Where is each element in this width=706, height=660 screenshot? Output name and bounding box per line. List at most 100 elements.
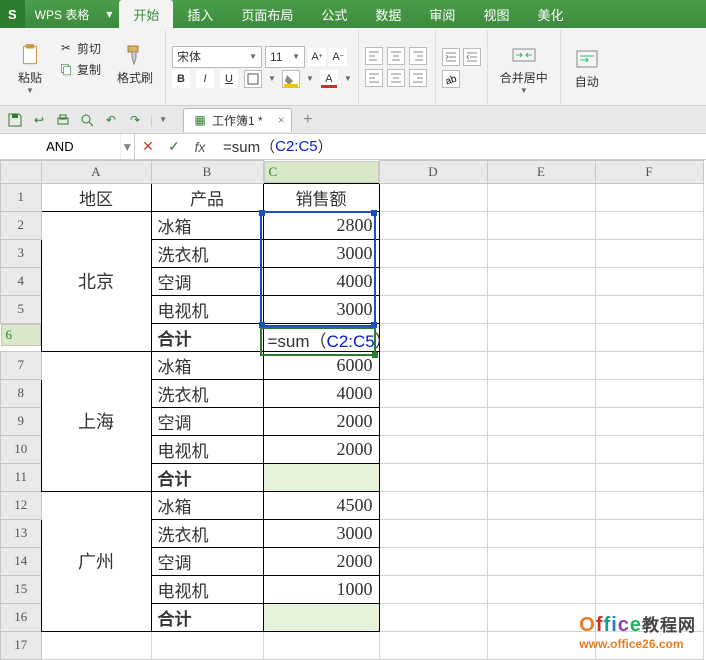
active-cell[interactable]: =sum（C2:C5） — [263, 323, 379, 351]
cell[interactable]: 冰箱 — [151, 491, 263, 519]
indent-left-icon[interactable] — [442, 48, 460, 66]
cell[interactable]: 地区 — [41, 183, 151, 211]
redo-icon[interactable]: ↷ — [126, 111, 144, 129]
tab-review[interactable]: 审阅 — [415, 0, 469, 28]
cell[interactable]: 空调 — [151, 267, 263, 295]
cell[interactable] — [487, 491, 595, 519]
cell[interactable] — [379, 295, 487, 323]
cell[interactable]: 1000 — [263, 575, 379, 603]
cell[interactable] — [379, 491, 487, 519]
cell[interactable] — [41, 631, 151, 659]
row-header[interactable]: 14 — [1, 547, 42, 575]
cell[interactable] — [379, 631, 487, 659]
cell[interactable] — [595, 491, 703, 519]
col-header-A[interactable]: A — [41, 161, 151, 184]
cell[interactable]: 4000 — [263, 267, 379, 295]
tab-formula[interactable]: 公式 — [307, 0, 361, 28]
cell[interactable] — [379, 519, 487, 547]
cell[interactable]: 销售额 — [263, 183, 379, 211]
cell[interactable] — [487, 379, 595, 407]
tab-view[interactable]: 视图 — [469, 0, 523, 28]
cell[interactable] — [595, 323, 703, 351]
cell[interactable] — [595, 519, 703, 547]
row-header[interactable]: 13 — [1, 519, 42, 547]
cell[interactable]: 洗衣机 — [151, 519, 263, 547]
cell[interactable] — [379, 183, 487, 211]
cell[interactable]: 合计 — [151, 603, 263, 631]
row-header[interactable]: 17 — [1, 631, 42, 659]
cell[interactable] — [595, 547, 703, 575]
cell[interactable]: 洗衣机 — [151, 239, 263, 267]
col-header-C[interactable]: C — [264, 161, 379, 183]
name-box-input[interactable] — [0, 134, 120, 159]
cell[interactable] — [379, 211, 487, 239]
row-header[interactable]: 12 — [1, 491, 42, 519]
cell[interactable] — [487, 323, 595, 351]
row-header[interactable]: 7 — [1, 351, 42, 379]
col-header-B[interactable]: B — [151, 161, 263, 184]
tab-pagelayout[interactable]: 页面布局 — [227, 0, 307, 28]
format-painter-button[interactable]: 格式刷 — [111, 39, 159, 88]
align-top-left-button[interactable] — [365, 47, 383, 65]
cell[interactable]: 产品 — [151, 183, 263, 211]
cell[interactable]: 3000 — [263, 519, 379, 547]
orientation-icon[interactable]: ab — [442, 70, 460, 88]
close-tab-icon[interactable]: × — [278, 113, 285, 127]
cell-region[interactable]: 上海 — [41, 351, 151, 491]
row-header[interactable]: 2 — [1, 211, 42, 239]
copy-button[interactable]: 复制 — [54, 60, 105, 79]
cell[interactable] — [487, 463, 595, 491]
border-button[interactable] — [244, 70, 262, 88]
row-header[interactable]: 9 — [1, 407, 42, 435]
col-header-D[interactable]: D — [379, 161, 487, 184]
merge-center-button[interactable]: 合并居中▼ — [494, 39, 554, 97]
align-top-right-button[interactable] — [409, 47, 427, 65]
row-header[interactable]: 11 — [1, 463, 42, 491]
col-header-F[interactable]: F — [595, 161, 703, 184]
cell[interactable] — [595, 379, 703, 407]
cell[interactable]: 3000 — [263, 239, 379, 267]
cell[interactable] — [595, 435, 703, 463]
bold-button[interactable]: B — [172, 70, 190, 88]
cell[interactable]: 4000 — [263, 379, 379, 407]
cell[interactable]: 2000 — [263, 435, 379, 463]
cell[interactable]: 空调 — [151, 547, 263, 575]
align-right-button[interactable] — [409, 69, 427, 87]
cell[interactable] — [487, 407, 595, 435]
save-icon[interactable] — [6, 111, 24, 129]
cell[interactable] — [595, 351, 703, 379]
row-header[interactable]: 6 — [1, 324, 41, 346]
decrease-font-button[interactable]: A− — [329, 48, 347, 66]
cell[interactable] — [487, 211, 595, 239]
cell[interactable] — [379, 351, 487, 379]
cell[interactable]: 2800 — [263, 211, 379, 239]
cell[interactable] — [379, 267, 487, 295]
cell[interactable] — [263, 631, 379, 659]
cell[interactable] — [487, 183, 595, 211]
cell[interactable] — [151, 631, 263, 659]
row-header[interactable]: 5 — [1, 295, 42, 323]
cell[interactable] — [595, 407, 703, 435]
row-header[interactable]: 4 — [1, 267, 42, 295]
row-header[interactable]: 8 — [1, 379, 42, 407]
cancel-formula-button[interactable]: ✕ — [135, 138, 161, 155]
cell[interactable]: 合计 — [151, 323, 263, 351]
qat-dropdown-icon[interactable]: ▼ — [159, 115, 167, 124]
cell[interactable]: 合计 — [151, 463, 263, 491]
cell[interactable]: 2000 — [263, 407, 379, 435]
cell[interactable] — [379, 547, 487, 575]
align-top-center-button[interactable] — [387, 47, 405, 65]
cell[interactable] — [595, 183, 703, 211]
autowrap-button[interactable]: 自动 — [567, 43, 607, 92]
cell[interactable] — [487, 351, 595, 379]
italic-button[interactable]: I — [196, 70, 214, 88]
undo-icon[interactable]: ↶ — [102, 111, 120, 129]
paste-button[interactable]: 粘贴 ▼ — [10, 39, 50, 97]
cell[interactable] — [595, 295, 703, 323]
cell[interactable]: 3000 — [263, 295, 379, 323]
preview-icon[interactable] — [78, 111, 96, 129]
cell[interactable] — [595, 463, 703, 491]
cell[interactable]: 电视机 — [151, 295, 263, 323]
cell[interactable]: 洗衣机 — [151, 379, 263, 407]
cell[interactable]: 冰箱 — [151, 351, 263, 379]
